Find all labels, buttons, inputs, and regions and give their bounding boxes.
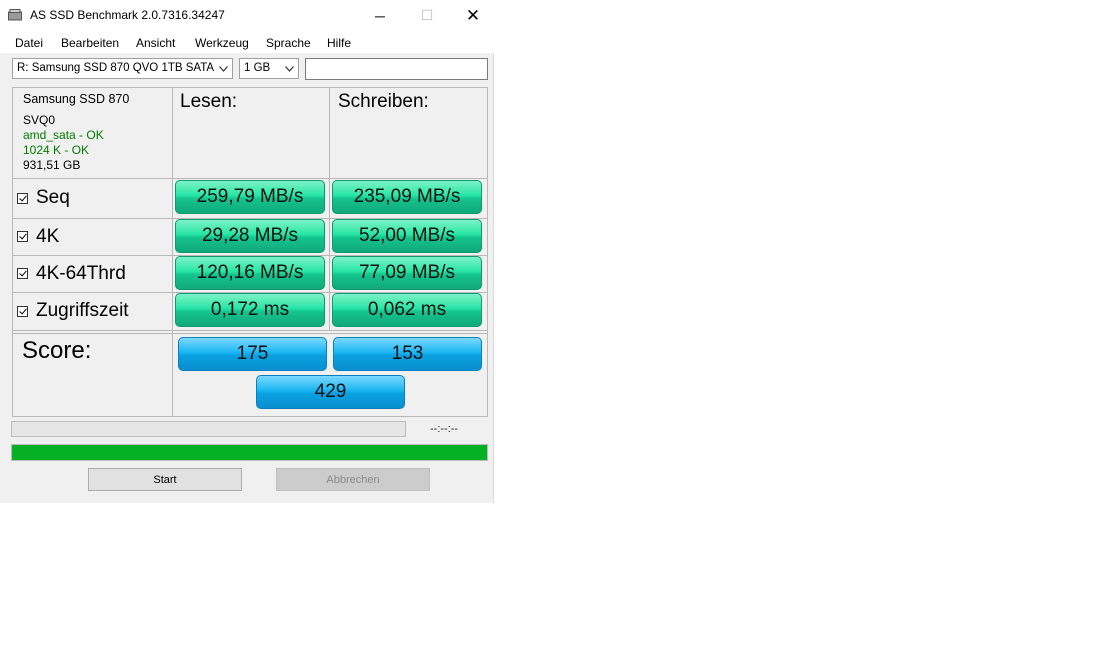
drive-icon xyxy=(8,9,22,21)
test-label: Seq xyxy=(36,187,70,208)
window-title: AS SSD Benchmark 2.0.7316.34247 xyxy=(30,8,225,22)
seq-read-value: 259,79 MB/s xyxy=(175,180,325,214)
test-progress-bar xyxy=(11,421,406,437)
test-row-zugriffszeit[interactable]: Zugriffszeit xyxy=(17,294,129,328)
zugriffszeit-read-value: 0,172 ms xyxy=(175,293,325,327)
results-grid: Samsung SSD 870 SVQ0 amd_sata - OK 1024 … xyxy=(12,87,488,417)
4k-read-value: 29,28 MB/s xyxy=(175,219,325,253)
abort-button[interactable]: Abbrechen xyxy=(276,468,430,491)
drive-firmware: SVQ0 xyxy=(23,113,56,127)
driver-status: amd_sata - OK xyxy=(23,128,104,142)
drive-select[interactable]: R: Samsung SSD 870 QVO 1TB SATA Di xyxy=(12,58,233,79)
test-row-4k[interactable]: 4K xyxy=(17,220,59,253)
test-row-4k-64thrd[interactable]: 4K-64Thrd xyxy=(17,257,126,290)
menu-hilfe[interactable]: Hilfe xyxy=(327,36,351,50)
size-select-value: 1 GB xyxy=(244,62,271,74)
menu-bearbeiten[interactable]: Bearbeiten xyxy=(61,36,119,50)
seq-write-value: 235,09 MB/s xyxy=(332,180,482,214)
menu-datei[interactable]: Datei xyxy=(15,36,43,50)
drive-select-value: R: Samsung SSD 870 QVO 1TB SATA Di xyxy=(17,62,228,74)
score-read: 175 xyxy=(178,337,327,371)
minimize-button[interactable]: ─ xyxy=(357,0,403,31)
alignment-status: 1024 K - OK xyxy=(23,143,90,157)
test-label: 4K-64Thrd xyxy=(36,262,126,284)
drive-capacity: 931,51 GB xyxy=(23,158,81,172)
zugriffszeit-write-value: 0,062 ms xyxy=(332,293,482,327)
4k-64thrd-checkbox[interactable] xyxy=(17,268,28,279)
score-write: 153 xyxy=(333,337,482,371)
score-total: 429 xyxy=(256,375,405,409)
size-select[interactable]: 1 GB xyxy=(239,58,299,79)
read-header: Lesen: xyxy=(180,91,238,112)
total-progress-fill xyxy=(12,445,487,460)
total-progress-bar xyxy=(11,444,488,461)
test-label: Zugriffszeit xyxy=(36,300,129,321)
drive-model: Samsung SSD 870 xyxy=(23,92,130,106)
menu-ansicht[interactable]: Ansicht xyxy=(136,36,175,50)
app-window: AS SSD Benchmark 2.0.7316.34247 ─ ☐ ✕ Da… xyxy=(0,0,494,503)
4k-checkbox[interactable] xyxy=(17,231,28,242)
menu-bar: Datei Bearbeiten Ansicht Werkzeug Sprach… xyxy=(0,31,494,53)
menu-werkzeug[interactable]: Werkzeug xyxy=(195,36,249,50)
score-label: Score: xyxy=(22,337,92,364)
4k-64thrd-read-value: 120,16 MB/s xyxy=(175,256,325,290)
4k-write-value: 52,00 MB/s xyxy=(332,219,482,253)
test-label: 4K xyxy=(36,225,60,247)
close-button[interactable]: ✕ xyxy=(450,0,496,31)
seq-checkbox[interactable] xyxy=(17,192,28,204)
elapsed-time: --:--:-- xyxy=(430,423,459,435)
test-row-seq[interactable]: Seq xyxy=(17,181,70,215)
info-textbox[interactable] xyxy=(305,58,488,80)
4k-64thrd-write-value: 77,09 MB/s xyxy=(332,256,482,290)
chevron-down-icon xyxy=(282,59,296,78)
start-button[interactable]: Start xyxy=(88,468,242,491)
maximize-button[interactable]: ☐ xyxy=(404,0,450,31)
title-bar: AS SSD Benchmark 2.0.7316.34247 ─ ☐ ✕ xyxy=(0,0,494,31)
write-header: Schreiben: xyxy=(338,91,429,112)
zugriffszeit-checkbox[interactable] xyxy=(17,305,28,317)
menu-sprache[interactable]: Sprache xyxy=(266,36,311,50)
chevron-down-icon xyxy=(216,59,230,78)
